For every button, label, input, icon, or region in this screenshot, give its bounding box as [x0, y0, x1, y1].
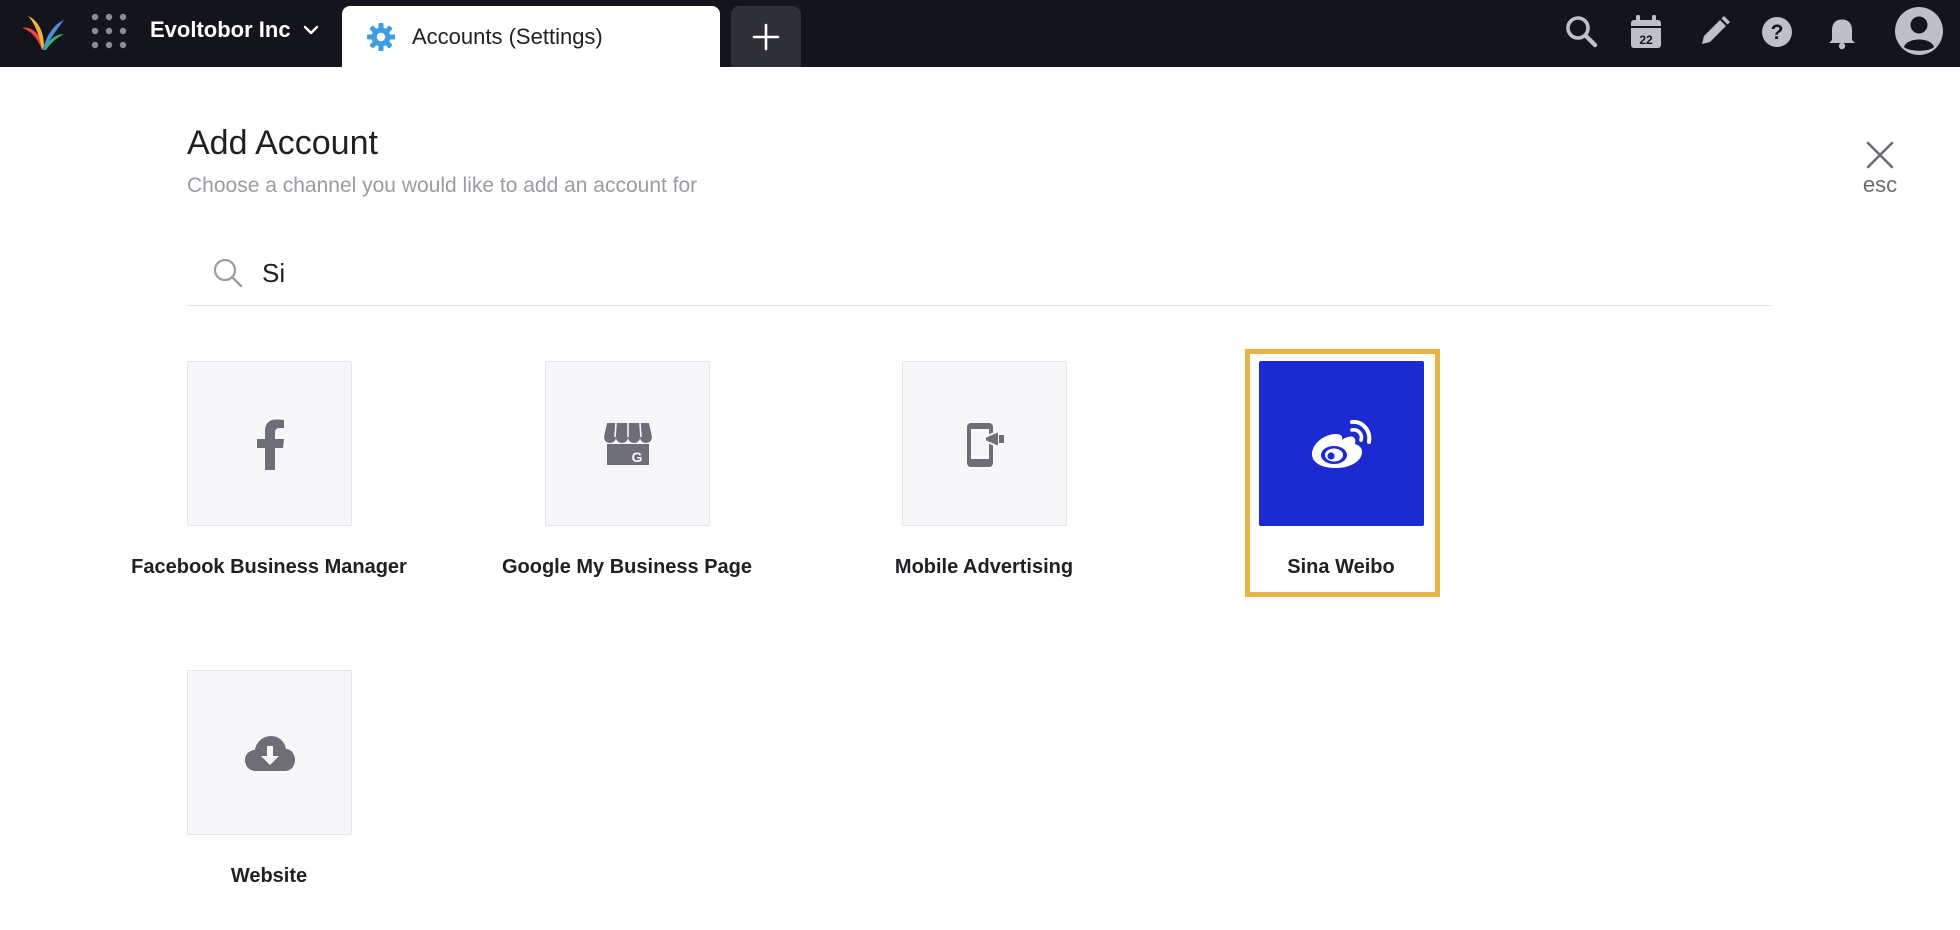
- calendar-day: 22: [1639, 33, 1653, 47]
- organization-name: Evoltobor Inc: [150, 17, 291, 42]
- google-my-business-icon: G: [603, 422, 652, 465]
- plus-icon: [752, 23, 780, 51]
- channel-label: Facebook Business Manager: [131, 556, 407, 578]
- search-icon: [213, 258, 243, 288]
- weibo-icon: [1311, 419, 1371, 468]
- mobile-advertising-icon: [966, 422, 1004, 467]
- apps-grid-icon[interactable]: [90, 12, 128, 50]
- facebook-icon: [256, 419, 284, 470]
- svg-text:G: G: [631, 449, 642, 465]
- channel-label: Sina Weibo: [1287, 556, 1395, 578]
- channel-search: [187, 245, 1772, 306]
- calendar-icon[interactable]: 22: [1626, 12, 1666, 52]
- page-title: Add Account: [187, 124, 378, 162]
- channel-tile[interactable]: [902, 361, 1067, 526]
- channel-label: Mobile Advertising: [894, 556, 1074, 578]
- bell-icon[interactable]: [1822, 12, 1862, 52]
- channel-label: Google My Business Page: [501, 556, 753, 578]
- gear-icon: [367, 22, 395, 51]
- tab-label: Accounts (Settings): [412, 23, 603, 49]
- help-icon[interactable]: ?: [1757, 12, 1797, 52]
- page-subtitle: Choose a channel you would like to add a…: [187, 174, 698, 197]
- esc-hint: esc: [1862, 172, 1898, 197]
- svg-text:?: ?: [1771, 21, 1784, 44]
- channel-tile[interactable]: [187, 670, 352, 835]
- tab-accounts-settings[interactable]: Accounts (Settings): [342, 6, 720, 67]
- channel-label: Website: [230, 865, 308, 887]
- new-tab-button[interactable]: [731, 6, 801, 67]
- close-icon: [1866, 141, 1894, 169]
- search-icon[interactable]: [1562, 12, 1602, 52]
- chevron-down-icon: [303, 25, 318, 35]
- channel-tile[interactable]: G: [545, 361, 710, 526]
- top-navigation-bar: Evoltobor Inc Accounts (Settings) 22 ?: [0, 0, 1960, 67]
- close-button[interactable]: esc: [1860, 140, 1900, 210]
- organization-switcher[interactable]: Evoltobor Inc: [150, 15, 319, 45]
- pencil-icon[interactable]: [1694, 12, 1734, 52]
- channel-tile[interactable]: [187, 361, 352, 526]
- cloud-download-icon: [244, 735, 295, 771]
- avatar-icon[interactable]: [1893, 5, 1945, 57]
- search-input[interactable]: [262, 253, 1742, 293]
- logo[interactable]: [20, 12, 66, 52]
- channel-tile-selected[interactable]: [1259, 361, 1424, 526]
